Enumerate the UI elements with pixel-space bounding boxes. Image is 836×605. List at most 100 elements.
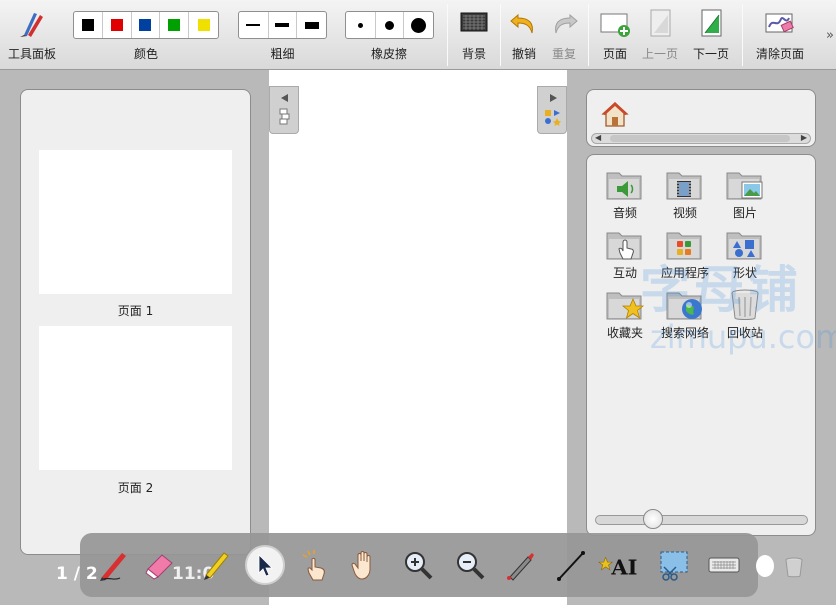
screen-capture-button[interactable] [654,545,694,585]
shapes-folder-icon [726,232,762,260]
thickness-selector [238,11,327,39]
color-label: 颜色 [133,47,158,61]
color-red[interactable] [103,12,132,38]
folder-label: 互动 [612,266,637,280]
recycle-bin[interactable]: 回收站 [715,287,775,341]
toolpanel-icon [20,13,43,37]
eraser-medium[interactable] [376,12,405,38]
web-search-folder[interactable]: 搜索网络 [655,287,715,341]
web-search-icon [666,292,702,320]
screen-capture-icon [660,551,688,581]
interact-tool-button[interactable] [296,545,336,585]
select-tool-button[interactable] [245,545,285,585]
favorites-folder[interactable]: 收藏夹 [595,287,655,341]
page-thumbnail-1[interactable] [39,150,232,294]
next-page-button[interactable]: 下一页 [688,0,734,70]
audio-folder[interactable]: 音频 [595,167,655,221]
color-black[interactable] [74,12,103,38]
redo-label: 重复 [551,47,576,61]
eraser-small[interactable] [346,12,376,38]
background-button[interactable]: 背景 [452,0,496,70]
color-blue[interactable] [132,12,161,38]
previous-page-button[interactable]: 上一页 [638,0,682,70]
image-folder-icon [726,172,763,200]
whiteboard-canvas[interactable] [269,70,567,605]
thickness-thin[interactable] [239,12,269,38]
page-thumbnail-label: 页面 2 [117,481,154,495]
thickness-medium[interactable] [269,12,298,38]
folder-label: 搜索网络 [660,326,709,340]
video-folder[interactable]: 视频 [655,167,715,221]
laser-pointer-button[interactable] [500,545,540,585]
folder-label: 回收站 [726,326,763,340]
scrollbar-thumb[interactable] [610,135,790,142]
more-tools-button[interactable]: » [826,28,834,43]
medium-line-icon [275,23,290,27]
eraser-label: 橡皮擦 [370,47,407,61]
main-toolbar: 工具面板 颜色 粗细 橡皮擦 背景 撤销 重复 页面 上一页 下一页 清除页面 … [0,0,836,70]
eraser-icon [145,554,173,580]
image-folder[interactable]: 图片 [715,167,775,221]
keyboard-button[interactable] [704,545,744,585]
recycle-bin-icon [731,289,759,320]
line-tool-button[interactable] [551,545,591,585]
laser-pointer-icon [507,553,534,581]
redo-icon [555,13,578,34]
toolpanel-label: 工具面板 [7,47,56,61]
toolbar-divider [742,4,743,66]
scroll-left-icon[interactable]: ◀ [595,133,601,142]
favorites-folder-icon [606,292,645,320]
zoom-in-icon [405,552,433,580]
undo-label: 撤销 [511,47,536,61]
color-swatch-black [81,19,94,31]
interactive-folder[interactable]: 互动 [595,227,655,281]
color-yellow[interactable] [189,12,218,38]
scroll-right-icon[interactable]: ▶ [801,133,807,142]
clear-page-button[interactable]: 清除页面 [750,0,810,70]
previous-page-icon [650,9,671,37]
next-page-icon [701,9,722,37]
color-swatch-red [110,19,123,31]
applications-folder-icon [666,232,702,260]
applications-folder[interactable]: 应用程序 [655,227,715,281]
pen-icon [100,553,126,581]
toolbar-divider [588,4,589,66]
highlighter-tool-button[interactable] [196,545,236,585]
next-page-label: 下一页 [692,47,729,61]
toolbar-divider [500,4,501,66]
toolpanel-button[interactable]: 工具面板 [0,0,64,70]
new-page-icon [600,13,630,37]
highlighter-icon [204,552,229,580]
new-page-button[interactable]: 页面 [594,0,636,70]
page-thumbnail-2[interactable] [39,326,232,470]
zoom-in-button[interactable] [398,545,438,585]
thickness-thick[interactable] [297,12,326,38]
collapse-right-icon [545,94,561,126]
eraser-tool-button[interactable] [140,545,180,585]
thumbnail-size-slider-handle[interactable] [643,509,663,529]
undo-button[interactable]: 撤销 [504,0,544,70]
trash-icon[interactable] [784,556,804,578]
resource-scrollbar[interactable]: ◀ ▶ [591,133,811,144]
pan-tool-button[interactable] [346,545,386,585]
shapes-folder[interactable]: 形状 [715,227,775,281]
redo-button[interactable]: 重复 [544,0,584,70]
text-tool-button[interactable]: AI [598,545,638,585]
collapse-resource-panel-button[interactable] [537,86,567,134]
eraser-large[interactable] [404,12,433,38]
clear-page-label: 清除页面 [755,47,804,61]
background-icon [460,12,488,32]
folder-label: 图片 [732,206,757,220]
collapse-left-icon [279,94,290,125]
small-dot-icon [357,22,363,28]
thumbnail-size-slider[interactable] [595,515,808,525]
page-counter: 1 / 2 [56,564,98,584]
zoom-out-button[interactable] [450,545,490,585]
collapse-page-panel-button[interactable] [269,86,299,134]
color-green[interactable] [160,12,190,38]
video-folder-icon [666,172,702,200]
pen-tool-button[interactable] [94,545,134,585]
page-label: 页面 [602,47,627,61]
home-icon[interactable] [601,100,629,128]
toolbar-toggle-button[interactable] [756,555,774,577]
